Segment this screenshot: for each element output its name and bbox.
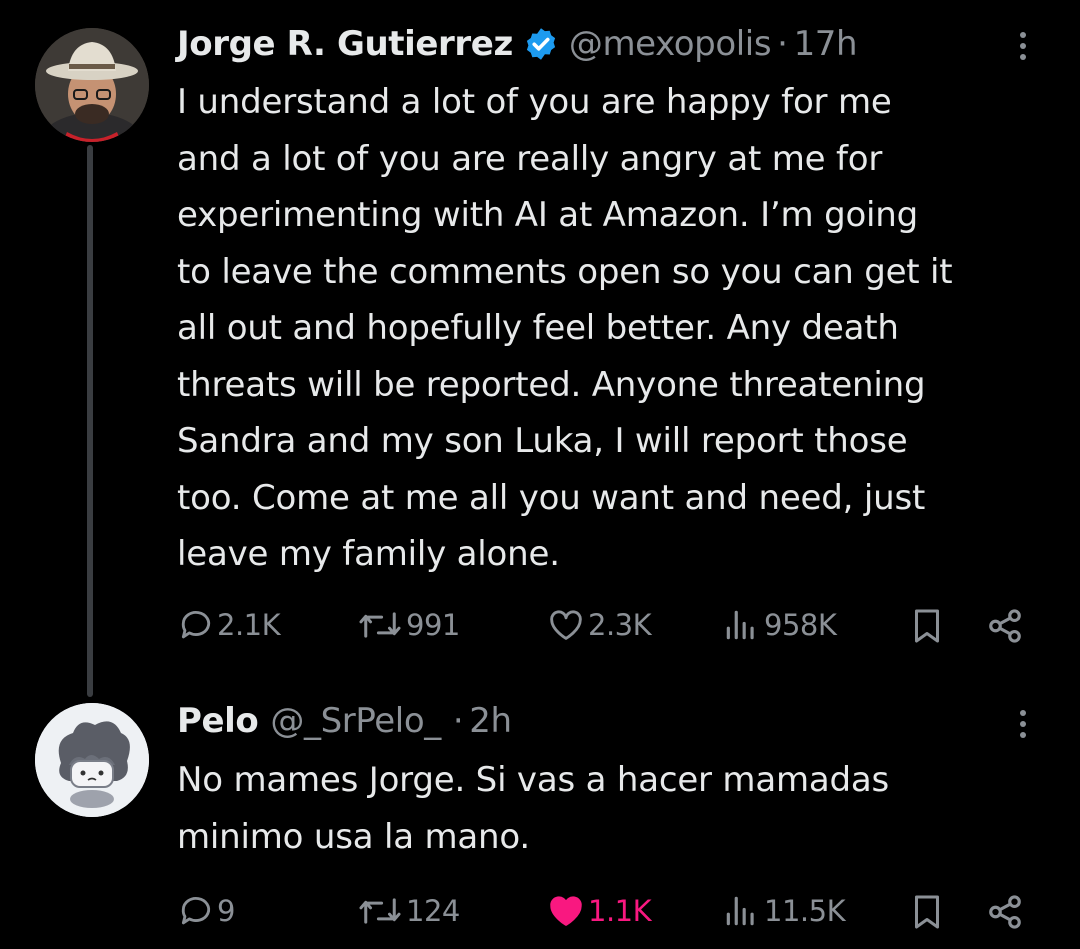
tweet-line: all out and hopefully feel better. Any d… [177, 308, 899, 348]
reply-count: 9 [217, 894, 235, 928]
share-icon[interactable] [985, 607, 1025, 645]
tweet-header: Jorge R. Gutierrez @mexopolis · 17h [177, 21, 858, 67]
repost-button[interactable]: 124 [356, 892, 460, 930]
views-button[interactable]: 958K [722, 606, 837, 644]
reply-button[interactable]: 2.1K [177, 606, 281, 644]
tweet-line: and a lot of you are really angry at me … [177, 138, 883, 179]
tweet-text: I understand a lot of you are happy for … [177, 74, 953, 583]
bookmark-icon[interactable] [909, 892, 945, 932]
repost-icon [359, 898, 401, 924]
avatar-jorge[interactable] [35, 28, 149, 142]
bookmark-icon[interactable] [909, 606, 945, 646]
tweet-line: Sandra and my son Luka, I will report th… [177, 421, 908, 461]
separator-dot: · [777, 24, 788, 64]
separator-dot: · [452, 701, 464, 741]
views-count: 11.5K [764, 894, 846, 928]
reply-icon [181, 610, 211, 639]
views-button[interactable]: 11.5K [722, 892, 846, 930]
tweet-line: too. Come at me all you want and need, j… [177, 477, 926, 518]
timestamp[interactable]: 2h [469, 698, 512, 744]
tweet-line: I understand a lot of you are happy for … [177, 82, 892, 122]
author-handle[interactable]: @mexopolis [569, 21, 772, 67]
repost-count: 124 [406, 894, 460, 928]
views-count: 958K [764, 608, 837, 642]
author-handle[interactable]: @_SrPelo_ [270, 698, 441, 744]
reply-icon [181, 896, 211, 925]
like-count: 2.3K [588, 608, 652, 642]
reply-count: 2.1K [217, 608, 281, 642]
more-icon[interactable] [1013, 32, 1033, 60]
author-name[interactable]: Pelo [177, 698, 259, 744]
avatar-pelo[interactable] [35, 703, 149, 817]
tweet-text: No mames Jorge. Si vas a hacer mamadas m… [177, 752, 889, 865]
tweet-header: Pelo @_SrPelo_ · 2h [177, 698, 512, 744]
repost-count: 991 [406, 608, 460, 642]
like-button[interactable]: 1.1K [546, 892, 652, 930]
share-icon[interactable] [985, 893, 1025, 931]
tweet-line: leave my family alone. [177, 534, 560, 574]
views-icon [726, 610, 754, 640]
tweet-line: experimenting with AI at Amazon. I’m goi… [177, 195, 919, 235]
tweet-line: minimo usa la mano. [177, 816, 531, 857]
repost-icon [359, 612, 401, 638]
reply-button[interactable]: 9 [177, 892, 235, 930]
tweet-line: to leave the comments open so you can ge… [177, 251, 953, 292]
author-name[interactable]: Jorge R. Gutierrez [177, 21, 513, 67]
thread-line [87, 145, 93, 697]
like-count: 1.1K [588, 894, 652, 928]
like-icon [550, 610, 582, 640]
repost-button[interactable]: 991 [356, 606, 460, 644]
like-icon [550, 896, 582, 926]
tweet-line: threats will be reported. Anyone threate… [177, 364, 926, 405]
tweet-line: No mames Jorge. Si vas a hacer mamadas [177, 760, 890, 800]
timestamp[interactable]: 17h [794, 21, 858, 67]
like-button[interactable]: 2.3K [546, 606, 652, 644]
more-icon[interactable] [1013, 710, 1033, 738]
verified-badge-icon [523, 26, 559, 62]
views-icon [726, 896, 754, 926]
